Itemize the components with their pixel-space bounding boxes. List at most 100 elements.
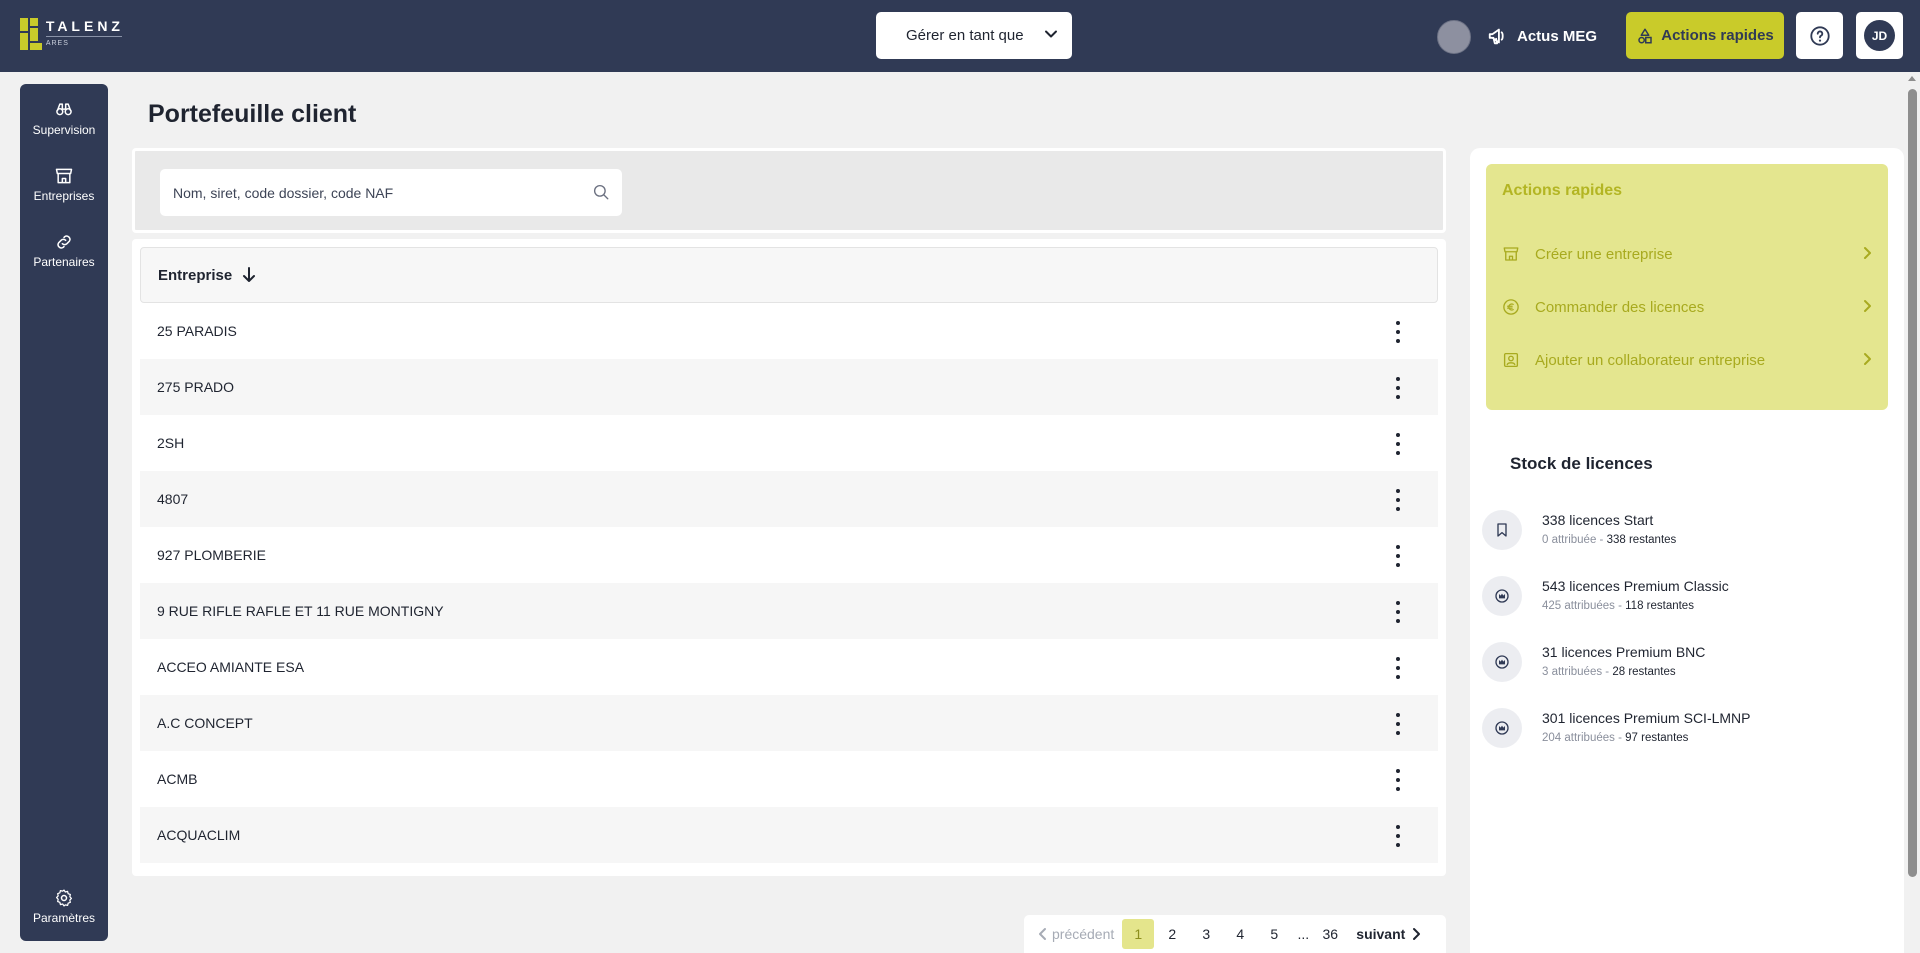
more-vertical-icon[interactable] (1388, 489, 1408, 511)
top-bar: TALENZ ARES Gérer en tant que Actus MEG … (0, 0, 1920, 72)
link-icon (57, 235, 71, 249)
pagination-page-4[interactable]: 4 (1224, 919, 1256, 949)
pagination-page-1[interactable]: 1 (1122, 919, 1155, 949)
sidebar-item-label: Supervision (32, 123, 96, 137)
talenz-logo[interactable]: TALENZ ARES (20, 18, 124, 54)
table-row[interactable]: ACMB (140, 751, 1438, 807)
pagination-page-last[interactable]: 36 (1314, 919, 1346, 949)
user-menu-button[interactable]: JD (1856, 12, 1903, 59)
table-row[interactable]: A.C CONCEPT (140, 695, 1438, 751)
more-vertical-icon[interactable] (1388, 321, 1408, 343)
megaphone-icon (1488, 28, 1504, 45)
pagination-page-3[interactable]: 3 (1190, 919, 1222, 949)
more-vertical-icon[interactable] (1388, 433, 1408, 455)
licence-usage: 3 attribuées - 28 restantes (1542, 666, 1676, 678)
table-row[interactable]: ACCEO AMIANTE ESA (140, 639, 1438, 695)
pagination-page-2[interactable]: 2 (1156, 919, 1188, 949)
crown-icon (1482, 708, 1522, 748)
search-panel (132, 148, 1446, 233)
logo-mark-icon (20, 18, 42, 50)
quick-action-label: Créer une entreprise (1535, 245, 1673, 263)
chevron-down-icon (1045, 30, 1057, 38)
search-box[interactable] (160, 169, 622, 216)
status-avatar[interactable] (1437, 20, 1471, 54)
licence-usage: 0 attribuée - 338 restantes (1542, 534, 1677, 546)
chevron-right-icon (1413, 928, 1421, 940)
table-row[interactable]: 927 PLOMBERIE (140, 527, 1438, 583)
company-name: 4807 (157, 491, 189, 507)
search-icon[interactable] (592, 183, 610, 201)
pagination-prev-button[interactable]: précédent (1038, 926, 1114, 942)
help-button[interactable] (1796, 12, 1843, 59)
table-row[interactable]: 2SH (140, 415, 1438, 471)
more-vertical-icon[interactable] (1388, 657, 1408, 679)
table-row[interactable]: 4807 (140, 471, 1438, 527)
sidebar-item-supervision[interactable]: Supervision (20, 100, 108, 137)
sidebar-item-partenaires[interactable]: Partenaires (20, 232, 108, 269)
pagination-next-button[interactable]: suivant (1356, 926, 1421, 942)
licence-item-start: 338 licences Start 0 attribuée - 338 res… (1482, 506, 1882, 556)
arrow-down-icon[interactable] (242, 267, 256, 283)
more-vertical-icon[interactable] (1388, 601, 1408, 623)
scroll-up-arrow-icon[interactable] (1908, 76, 1916, 81)
manage-as-label: Gérer en tant que (906, 27, 1024, 44)
search-input[interactable] (173, 184, 573, 201)
gear-icon (55, 889, 73, 907)
binoculars-icon (56, 103, 72, 116)
quick-action-order-licences[interactable]: Commander des licences (1502, 295, 1874, 319)
news-label: Actus MEG (1517, 27, 1598, 45)
table-row[interactable]: 25 PARADIS (140, 303, 1438, 359)
crown-icon (1482, 642, 1522, 682)
sidebar-item-label: Partenaires (33, 255, 95, 269)
licence-item-premium-classic: 543 licences Premium Classic 425 attribu… (1482, 572, 1882, 622)
more-vertical-icon[interactable] (1388, 769, 1408, 791)
crown-icon (1482, 576, 1522, 616)
table-body: 25 PARADIS 275 PRADO 2SH 4807 927 PLOMBERIE 9… (140, 303, 1438, 863)
table-header-entreprise[interactable]: Entreprise (140, 247, 1438, 303)
pagination-page-5[interactable]: 5 (1258, 919, 1290, 949)
manage-as-select[interactable]: Gérer en tant que (876, 12, 1072, 59)
sidebar-item-parametres[interactable]: Paramètres (20, 888, 108, 925)
quick-action-create-company[interactable]: Créer une entreprise (1502, 242, 1874, 266)
licence-name: 301 licences Premium SCI-LMNP (1542, 710, 1751, 726)
more-vertical-icon[interactable] (1388, 713, 1408, 735)
table-row[interactable]: 275 PRADO (140, 359, 1438, 415)
news-button[interactable]: Actus MEG (1487, 24, 1597, 48)
company-name: 25 PARADIS (157, 323, 237, 339)
sidebar-item-label: Paramètres (32, 911, 96, 925)
right-panel: Actions rapides Créer une entreprise Com… (1470, 148, 1904, 953)
page-scrollbar[interactable] (1904, 72, 1920, 953)
scrollbar-thumb[interactable] (1908, 89, 1917, 877)
pagination-prev-label: précédent (1052, 926, 1115, 942)
licence-item-premium-bnc: 31 licences Premium BNC 3 attribuées - 2… (1482, 638, 1882, 688)
chevron-right-icon (1864, 247, 1871, 259)
quick-actions-button[interactable]: Actions rapides (1626, 12, 1784, 59)
company-name: 927 PLOMBERIE (157, 547, 266, 563)
more-vertical-icon[interactable] (1388, 825, 1408, 847)
chevron-right-icon (1864, 353, 1871, 365)
licence-name: 31 licences Premium BNC (1542, 644, 1706, 660)
more-vertical-icon[interactable] (1388, 545, 1408, 567)
licence-usage: 204 attribuées - 97 restantes (1542, 732, 1689, 744)
question-circle-icon (1809, 25, 1830, 46)
quick-actions-label: Actions rapides (1661, 27, 1774, 44)
chevron-left-icon (1039, 928, 1046, 940)
company-name: 9 RUE RIFLE RAFLE ET 11 RUE MONTIGNY (157, 603, 444, 619)
page-title: Portefeuille client (148, 100, 357, 128)
sidebar-item-entreprises[interactable]: Entreprises (20, 166, 108, 203)
licence-usage: 425 attribuées - 118 restantes (1542, 600, 1694, 612)
pagination-next-label: suivant (1356, 926, 1406, 942)
licence-item-premium-sci-lmnp: 301 licences Premium SCI-LMNP 204 attrib… (1482, 704, 1882, 754)
table-row[interactable]: ACQUACLIM (140, 807, 1438, 863)
pagination: précédent 1 2 3 4 5 ... 36 suivant (1024, 915, 1446, 953)
table-row[interactable]: 9 RUE RIFLE RAFLE ET 11 RUE MONTIGNY (140, 583, 1438, 639)
licence-stock-title: Stock de licences (1510, 454, 1653, 473)
company-name: 275 PRADO (157, 379, 235, 395)
company-name: A.C CONCEPT (157, 715, 253, 731)
quick-action-add-collaborator[interactable]: Ajouter un collaborateur entreprise (1502, 348, 1874, 372)
pagination-ellipsis: ... (1297, 926, 1310, 942)
quick-action-label: Commander des licences (1535, 298, 1705, 316)
quick-action-label: Ajouter un collaborateur entreprise (1535, 351, 1766, 369)
user-avatar: JD (1864, 20, 1895, 51)
more-vertical-icon[interactable] (1388, 377, 1408, 399)
